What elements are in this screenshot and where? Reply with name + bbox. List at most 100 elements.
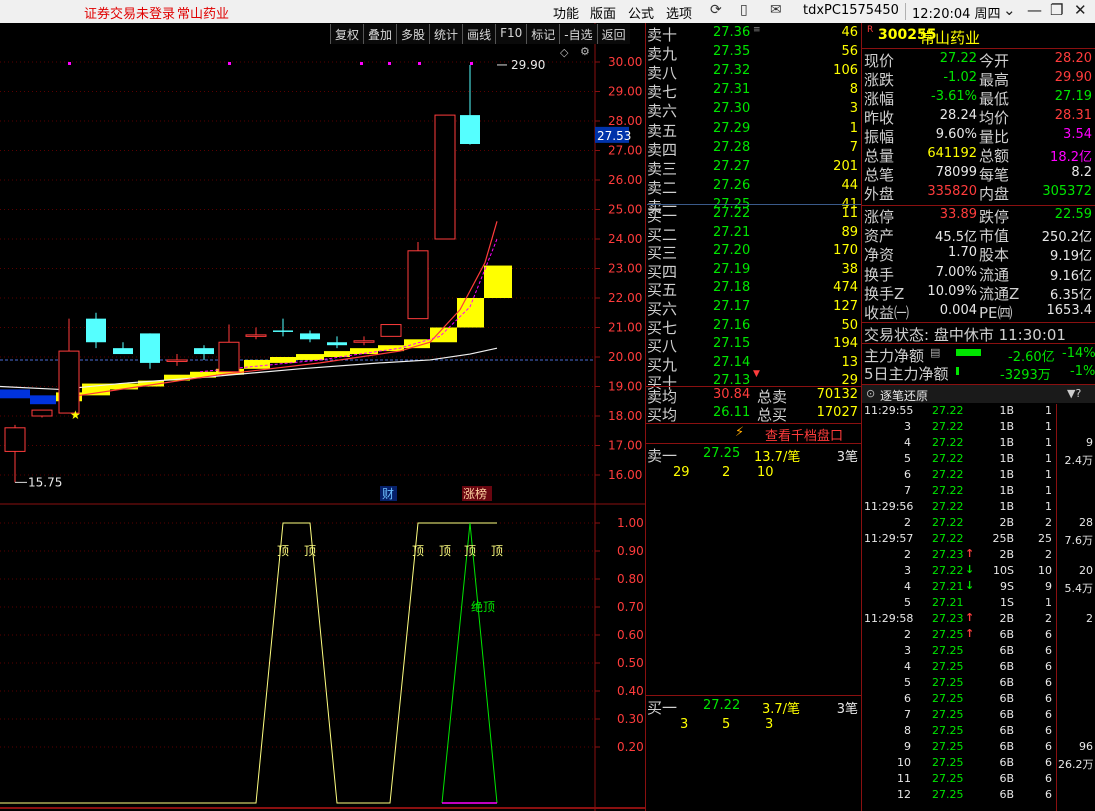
tick-volume: 1B — [999, 452, 1014, 465]
toolbar-button-6[interactable]: 标记 — [526, 24, 560, 44]
scroll-up-icon[interactable]: ≡ — [753, 25, 761, 35]
candle[interactable] — [58, 318, 80, 414]
candle[interactable] — [327, 336, 347, 349]
candle[interactable] — [245, 327, 267, 340]
bid-price[interactable]: 27.20 — [713, 243, 750, 258]
toolbar-button-5[interactable]: F10 — [495, 24, 527, 44]
tick-price: 27.25 — [932, 660, 964, 673]
tick-price: 27.21 — [932, 580, 964, 593]
menu-function[interactable]: 功能 — [553, 3, 579, 22]
filter-icon[interactable]: ▼? — [1067, 387, 1081, 400]
candle[interactable] — [140, 333, 160, 369]
toolbar-button-1[interactable]: 叠加 — [363, 24, 397, 44]
candle[interactable] — [86, 312, 106, 349]
candle[interactable] — [4, 424, 26, 483]
menu-formula[interactable]: 公式 — [628, 3, 654, 22]
sell1-q1: 29 — [673, 465, 690, 480]
quote-value: 29.90 — [1054, 70, 1092, 85]
ask-price[interactable]: 27.32 — [713, 63, 750, 78]
price-tick-label: 18.00 — [608, 409, 642, 423]
candle[interactable] — [166, 354, 188, 366]
ask-price[interactable]: 27.30 — [713, 101, 750, 116]
ask-price[interactable]: 27.31 — [713, 82, 750, 97]
quote-value: 1653.4 — [1046, 303, 1093, 318]
list-icon[interactable]: ▤ — [930, 346, 940, 359]
buy1-count: 3笔 — [836, 702, 858, 717]
candle[interactable] — [218, 324, 240, 373]
menu-layout[interactable]: 版面 — [590, 3, 616, 22]
tick-count: 10 — [1038, 564, 1052, 577]
arrow-up-icon: ↑ — [965, 611, 975, 624]
bid-volume: 38 — [841, 261, 858, 277]
quote-value: 10.09% — [927, 283, 977, 299]
minimize-icon[interactable]: — — [1027, 1, 1042, 19]
candle[interactable] — [300, 330, 320, 343]
toolbar-button-0[interactable]: 复权 — [330, 24, 364, 44]
main-flow-bar — [956, 349, 981, 356]
quote-label: 现价 — [864, 52, 895, 70]
tick-time: 10 — [897, 756, 911, 769]
ask-price[interactable]: 27.28 — [713, 140, 750, 155]
refresh-icon[interactable]: ⟳ — [710, 2, 722, 18]
ask-price[interactable]: 27.35 — [713, 44, 750, 59]
bid-price[interactable]: 27.15 — [713, 336, 750, 351]
restore-icon[interactable]: ❐ — [1050, 1, 1063, 19]
bid-price[interactable]: 27.22 — [713, 206, 750, 221]
tick-extra: 96 — [1079, 740, 1093, 753]
quote-value: 9.16亿 — [1050, 268, 1092, 284]
ask-price[interactable]: 27.27 — [713, 159, 750, 174]
quote-value: 45.5亿 — [935, 230, 977, 246]
settings-icon[interactable]: ⚙ — [580, 45, 590, 58]
quote-value: 6.35亿 — [1050, 287, 1092, 303]
login-status[interactable]: 证券交易未登录 — [84, 3, 175, 22]
marker-cai[interactable]: 财 — [382, 487, 394, 501]
toolbar-button-2[interactable]: 多股 — [396, 24, 430, 44]
bid-price[interactable]: 27.14 — [713, 355, 750, 370]
bid-price[interactable]: 27.16 — [713, 318, 750, 333]
kline-chart-area[interactable]: 30.00 29.00 28.00 27.00 26.00 25.00 24.00 23.00… — [0, 23, 645, 811]
toolbar-button-4[interactable]: 画线 — [462, 24, 496, 44]
close-icon[interactable]: ✕ — [1074, 1, 1087, 19]
tick-count: 2 — [1045, 548, 1052, 561]
bid-price[interactable]: 27.19 — [713, 262, 750, 277]
diamond-icon[interactable]: ◇ — [560, 46, 568, 59]
tick-count: 1 — [1045, 420, 1052, 433]
candle[interactable] — [434, 114, 456, 240]
ma-line-red — [59, 221, 498, 399]
tick-volume: 6B — [999, 740, 1014, 753]
indicator-tick-label: 0.50 — [617, 656, 644, 670]
bid-price[interactable]: 27.18 — [713, 280, 750, 295]
mail-icon[interactable]: ✉ — [770, 2, 782, 18]
bid-price[interactable]: 27.21 — [713, 225, 750, 240]
tick-time: 9 — [904, 740, 911, 753]
candle[interactable] — [31, 409, 53, 418]
user-id[interactable]: tdxPC1575450 — [803, 3, 899, 18]
collapse-icon[interactable]: ⊙ — [866, 387, 875, 400]
menu-options[interactable]: 选项 — [666, 3, 692, 22]
indicator-tick-label: 0.20 — [617, 740, 644, 754]
bid-price[interactable]: 27.17 — [713, 299, 750, 314]
toolbar-button-3[interactable]: 统计 — [429, 24, 463, 44]
chevron-down-icon[interactable]: ⌄ — [1003, 1, 1016, 19]
ask-price[interactable]: 27.26 — [713, 178, 750, 193]
mobile-icon[interactable]: ▯ — [740, 2, 748, 18]
ask-price[interactable]: 27.29 — [713, 121, 750, 136]
candle[interactable] — [113, 342, 133, 355]
view-qiandang-button[interactable]: 查看千档盘口 — [765, 425, 843, 444]
price-tick-label: 17.00 — [608, 439, 642, 453]
trend-band — [296, 354, 324, 360]
candle[interactable] — [194, 345, 214, 360]
marker-zhangbang[interactable]: 涨榜 — [463, 486, 487, 501]
quote-value: 28.24 — [939, 108, 977, 123]
candle[interactable] — [460, 64, 480, 145]
scroll-down-icon[interactable]: ▼ — [753, 369, 760, 379]
toolbar-button-8[interactable]: 返回 — [596, 24, 630, 44]
candle[interactable] — [407, 241, 429, 320]
candle[interactable] — [380, 324, 402, 337]
price-tick-label: 16.00 — [608, 468, 642, 482]
candle[interactable] — [353, 336, 375, 346]
sell1-q2: 2 — [722, 465, 731, 480]
ask-price[interactable]: 27.36 — [713, 25, 750, 40]
price-tick-label: 28.00 — [608, 114, 642, 128]
toolbar-button-7[interactable]: -自选 — [559, 24, 597, 44]
